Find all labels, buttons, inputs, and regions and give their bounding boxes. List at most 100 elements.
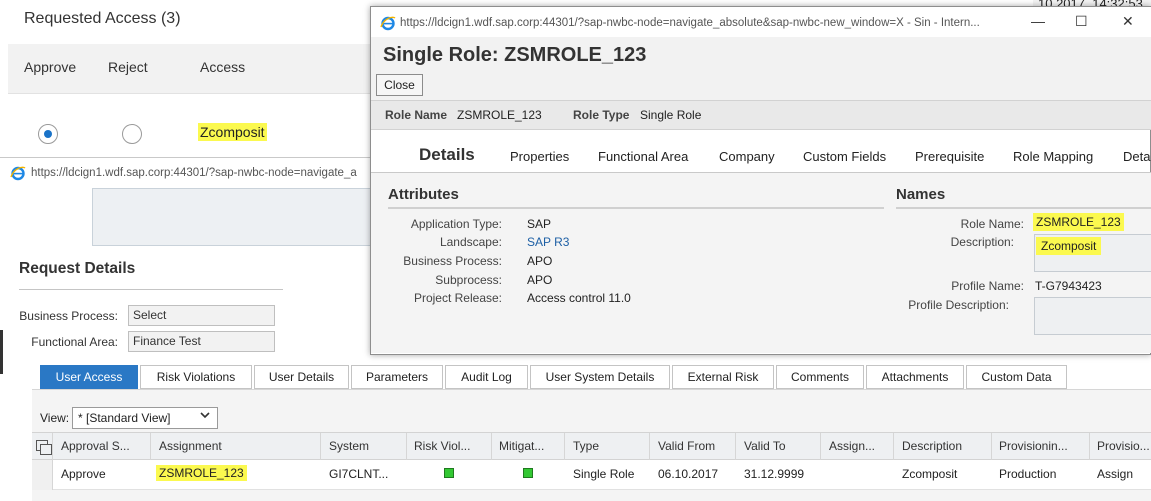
close-button[interactable]: Close: [376, 74, 423, 96]
col-mitigation[interactable]: Mitigat...: [499, 439, 544, 453]
column-divider: [1089, 433, 1090, 460]
functional-area-field[interactable]: Finance Test: [128, 331, 275, 352]
column-divider: [991, 433, 992, 460]
col-assignment[interactable]: Assignment: [159, 439, 222, 453]
tab-prerequisite[interactable]: Prerequisite: [915, 149, 984, 164]
mitigation-status-indicator: [523, 468, 533, 478]
names-role-name-label: Role Name:: [960, 217, 1024, 231]
col-valid-to[interactable]: Valid To: [744, 439, 786, 453]
tab-company[interactable]: Company: [719, 149, 775, 164]
cell-approval-status: Approve: [61, 467, 106, 481]
col-valid-from[interactable]: Valid From: [658, 439, 715, 453]
business-process-field[interactable]: Select: [128, 305, 275, 326]
tab-details-overflow[interactable]: Detai: [1123, 149, 1151, 164]
column-divider: [150, 433, 151, 460]
tab-parameters[interactable]: Parameters: [351, 365, 443, 389]
landscape-label: Landscape:: [439, 235, 502, 249]
col-system[interactable]: System: [329, 439, 369, 453]
business-process-attr-value: APO: [527, 254, 553, 268]
page-title: Single Role: ZSMROLE_123: [383, 44, 647, 66]
tab-role-mapping[interactable]: Role Mapping: [1013, 149, 1093, 164]
column-divider: [649, 433, 650, 460]
tab-user-access[interactable]: User Access: [40, 365, 138, 389]
view-select[interactable]: * [Standard View]: [72, 407, 218, 429]
window-edge: [0, 330, 3, 374]
profile-description-label: Profile Description:: [908, 298, 1009, 312]
col-assigner[interactable]: Assign...: [829, 439, 875, 453]
grid-settings-icon[interactable]: [36, 440, 52, 455]
subprocess-label: Subprocess:: [435, 273, 502, 287]
ie-icon: [10, 166, 26, 181]
landscape-link[interactable]: SAP R3: [527, 235, 569, 249]
profile-name-label: Profile Name:: [951, 279, 1024, 293]
request-details-title: Request Details: [19, 260, 136, 277]
role-name-value: ZSMROLE_123: [457, 108, 542, 122]
view-label: View:: [40, 411, 70, 425]
names-description-label: Description:: [950, 235, 1014, 249]
requested-access-title: Requested Access (3): [24, 10, 181, 27]
cell-system: GI7CLNT...: [329, 467, 389, 481]
role-type-label: Role Type: [573, 108, 630, 122]
role-name-label: Role Name: [385, 108, 448, 122]
tab-audit-log[interactable]: Audit Log: [445, 365, 528, 389]
close-icon[interactable]: ✕: [1122, 13, 1134, 30]
col-risk-violations[interactable]: Risk Viol...: [414, 439, 470, 453]
cell-valid-from: 06.10.2017: [658, 467, 719, 481]
role-window-url[interactable]: https://ldcign1.wdf.sap.corp:44301/?sap-…: [400, 17, 980, 29]
col-provision-action[interactable]: Provisio...: [1097, 439, 1150, 453]
application-type-label: Application Type:: [410, 217, 502, 231]
column-divider: [735, 433, 736, 460]
names-description-value: Zcomposit: [1036, 237, 1102, 255]
cell-assignment[interactable]: ZSMROLE_123: [156, 465, 247, 481]
attributes-title: Attributes: [388, 186, 459, 203]
access-column-header: Access: [200, 59, 246, 75]
tab-properties[interactable]: Properties: [510, 149, 569, 164]
names-role-name-value: ZSMROLE_123: [1033, 213, 1124, 231]
project-release-label: Project Release:: [413, 291, 502, 305]
col-approval-status[interactable]: Approval S...: [61, 439, 130, 453]
approve-radio[interactable]: [38, 124, 58, 144]
col-provisioning[interactable]: Provisionin...: [999, 439, 1068, 453]
tab-user-details[interactable]: User Details: [254, 365, 349, 389]
approve-column-header: Approve: [24, 59, 77, 75]
row-selector[interactable]: [32, 460, 53, 490]
business-process-attr-label: Business Process:: [403, 254, 502, 268]
cell-provision-action: Assign: [1097, 467, 1134, 481]
col-type[interactable]: Type: [573, 439, 599, 453]
column-divider: [893, 433, 894, 460]
cell-valid-to: 31.12.9999: [744, 467, 805, 481]
section-divider: [19, 289, 283, 290]
cell-type: Single Role: [573, 467, 635, 481]
application-type-value: SAP: [527, 217, 552, 231]
tab-comments[interactable]: Comments: [776, 365, 864, 389]
names-divider: [896, 207, 1151, 209]
access-value: Zcomposit: [198, 123, 267, 141]
column-divider: [320, 433, 321, 460]
request-window-url[interactable]: https://ldcign1.wdf.sap.corp:44301/?sap-…: [31, 167, 357, 179]
tab-risk-violations[interactable]: Risk Violations: [140, 365, 252, 389]
column-divider: [564, 433, 565, 460]
col-description[interactable]: Description: [902, 439, 962, 453]
subprocess-value: APO: [527, 273, 553, 287]
tab-details[interactable]: Details: [419, 145, 475, 165]
reject-radio[interactable]: [122, 124, 142, 144]
tab-custom-fields[interactable]: Custom Fields: [803, 149, 886, 164]
maximize-icon[interactable]: ☐: [1075, 13, 1088, 30]
ie-icon: [380, 16, 396, 31]
attributes-divider: [388, 207, 884, 209]
tab-custom-data[interactable]: Custom Data: [966, 365, 1067, 389]
cell-provisioning: Production: [999, 467, 1057, 481]
tab-functional-area[interactable]: Functional Area: [598, 149, 688, 164]
tab-attachments[interactable]: Attachments: [866, 365, 964, 389]
project-release-value: Access control 11.0: [527, 291, 631, 305]
minimize-icon[interactable]: —: [1031, 13, 1045, 29]
reject-column-header: Reject: [108, 59, 148, 75]
tab-user-system-details[interactable]: User System Details: [530, 365, 670, 389]
chevron-down-icon[interactable]: [200, 411, 210, 419]
risk-status-indicator: [444, 468, 454, 478]
column-divider: [406, 433, 407, 460]
profile-description-field[interactable]: [1034, 297, 1151, 335]
column-divider: [491, 433, 492, 460]
tab-external-risk[interactable]: External Risk: [672, 365, 774, 389]
business-process-label: Business Process:: [19, 309, 118, 323]
